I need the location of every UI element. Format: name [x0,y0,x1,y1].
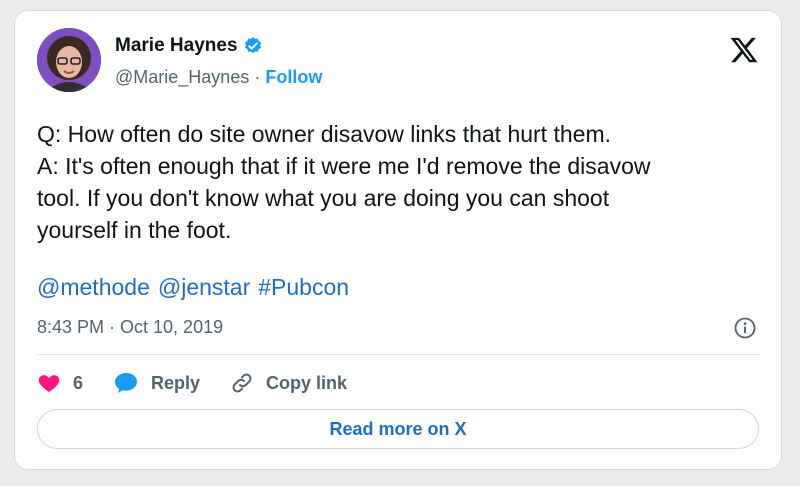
tweet-text-line: yourself in the foot. [37,217,232,243]
x-logo-icon[interactable] [729,35,759,65]
heart-icon [38,375,60,392]
follow-button[interactable]: Follow [265,67,322,88]
action-bar: 6 Reply Copy link [37,368,377,398]
tweet-text: Q: How often do site owner disavow links… [37,118,767,246]
like-count: 6 [73,372,84,393]
timestamp-text: 8:43 PM · Oct 10, 2019 [37,317,224,337]
info-icon[interactable] [733,316,757,340]
author-name-row: Marie Haynes [115,35,263,57]
avatar[interactable] [37,28,101,92]
mentions-row: @methode @jenstar #Pubcon [37,271,349,303]
tweet-text-line: A: It's often enough that if it were me … [37,153,651,179]
divider [37,354,759,355]
avatar-image [37,28,101,92]
tweet-card: Marie Haynes @Marie_Haynes · Follow Q: H… [14,10,782,470]
handle-row: @Marie_Haynes · Follow [115,67,322,88]
hashtag-link[interactable]: #Pubcon [258,271,349,303]
read-more-button[interactable]: Read more on X [37,409,759,449]
reply-button[interactable]: Reply [113,371,200,395]
reply-label: Reply [151,372,201,393]
speech-bubble-icon [115,373,138,393]
like-button[interactable]: 6 [37,371,83,395]
link-icon [232,373,252,393]
mention-link[interactable]: @jenstar [158,271,250,303]
author-name[interactable]: Marie Haynes [115,35,238,57]
tweet-text-line: tool. If you don't know what you are doi… [37,185,610,211]
verified-badge-icon [243,36,263,56]
read-more-label: Read more on X [329,418,467,439]
copy-link-button[interactable]: Copy link [230,371,347,395]
timestamp[interactable]: 8:43 PM · Oct 10, 2019 [37,317,223,338]
mention-link[interactable]: @methode [37,271,150,303]
separator-dot: · [254,67,261,87]
copy-link-label: Copy link [266,372,348,393]
tweet-text-line: Q: How often do site owner disavow links… [37,121,611,147]
author-handle[interactable]: @Marie_Haynes [115,67,249,88]
